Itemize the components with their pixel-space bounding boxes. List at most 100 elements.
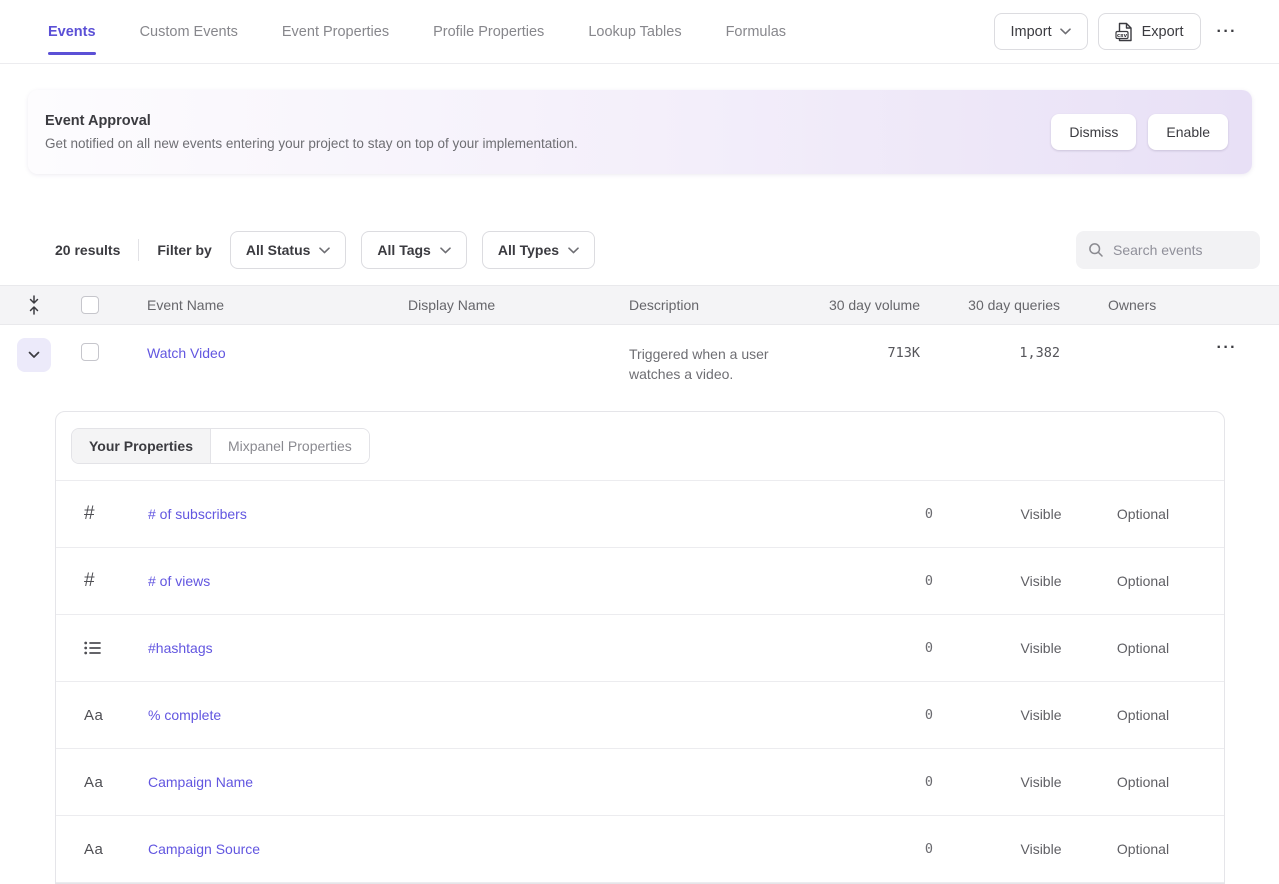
tab-lookup-tables[interactable]: Lookup Tables	[588, 0, 681, 63]
event-table-header: Event Name Display Name Description 30 d…	[0, 285, 1279, 325]
text-type-icon: Aa	[84, 707, 148, 724]
property-row: # # of views 0 Visible Optional	[56, 548, 1224, 615]
csv-file-icon: csv	[1115, 22, 1134, 42]
tab-mixpanel-properties[interactable]: Mixpanel Properties	[211, 429, 369, 463]
search-input[interactable]	[1113, 242, 1248, 258]
types-filter-label: All Types	[498, 242, 559, 258]
tags-filter-label: All Tags	[377, 242, 430, 258]
property-queries-value: 0	[833, 573, 933, 589]
property-visibility: Visible	[1004, 573, 1078, 589]
tags-filter-dropdown[interactable]: All Tags	[361, 231, 466, 269]
number-type-icon: #	[84, 570, 148, 592]
filter-by-label: Filter by	[157, 242, 211, 258]
collapse-all-icon[interactable]	[27, 294, 41, 316]
properties-tabs: Your Properties Mixpanel Properties	[71, 428, 370, 464]
property-requirement: Optional	[1078, 707, 1208, 723]
import-button-label: Import	[1011, 24, 1052, 40]
property-requirement: Optional	[1078, 640, 1208, 656]
property-visibility: Visible	[1004, 640, 1078, 656]
property-name-link[interactable]: Campaign Source	[148, 841, 833, 857]
search-box[interactable]	[1076, 231, 1260, 269]
enable-button[interactable]: Enable	[1148, 114, 1228, 150]
owners-cell: ···	[1060, 326, 1279, 357]
svg-text:csv: csv	[1116, 32, 1127, 38]
column-display-name: Display Name	[408, 297, 629, 313]
event-description: Triggered when a user watches a video.	[629, 326, 820, 384]
banner-text: Event Approval Get notified on all new e…	[45, 113, 578, 151]
property-requirement: Optional	[1078, 774, 1208, 790]
column-event-name: Event Name	[147, 297, 408, 313]
row-more-menu-button[interactable]: ···	[1217, 339, 1237, 357]
types-filter-dropdown[interactable]: All Types	[482, 231, 595, 269]
property-queries-value: 0	[833, 841, 933, 857]
chevron-down-icon	[568, 247, 579, 254]
top-nav: Events Custom Events Event Properties Pr…	[0, 0, 1279, 64]
column-30-day-volume: 30 day volume	[820, 297, 920, 313]
number-type-icon: #	[84, 503, 148, 525]
property-queries-value: 0	[833, 506, 933, 522]
properties-panel: Your Properties Mixpanel Properties # # …	[55, 411, 1225, 884]
event-row-watch-video: Watch Video Triggered when a user watche…	[0, 326, 1279, 398]
banner-description: Get notified on all new events entering …	[45, 136, 578, 151]
status-filter-dropdown[interactable]: All Status	[230, 231, 347, 269]
property-visibility: Visible	[1004, 774, 1078, 790]
column-description: Description	[629, 297, 820, 313]
property-name-link[interactable]: #hashtags	[148, 640, 833, 656]
banner-actions: Dismiss Enable	[1051, 114, 1228, 150]
text-type-icon: Aa	[84, 841, 148, 858]
tab-custom-events[interactable]: Custom Events	[140, 0, 238, 63]
chevron-down-icon	[440, 247, 451, 254]
nav-more-menu-button[interactable]: ···	[1211, 23, 1243, 41]
search-icon	[1088, 242, 1104, 258]
list-type-icon	[84, 641, 148, 655]
property-queries-value: 0	[833, 640, 933, 656]
property-name-link[interactable]: % complete	[148, 707, 833, 723]
property-requirement: Optional	[1078, 506, 1208, 522]
property-queries-value: 0	[833, 707, 933, 723]
export-button-label: Export	[1142, 24, 1184, 40]
dismiss-button[interactable]: Dismiss	[1051, 114, 1136, 150]
property-row: #hashtags 0 Visible Optional	[56, 615, 1224, 682]
banner-title: Event Approval	[45, 113, 578, 129]
event-30-day-queries: 1,382	[920, 326, 1060, 361]
column-owners: Owners	[1060, 297, 1279, 313]
property-requirement: Optional	[1078, 573, 1208, 589]
nav-actions: Import csv Export ···	[994, 13, 1244, 50]
lexicon-events-page: Events Custom Events Event Properties Pr…	[0, 0, 1279, 884]
property-requirement: Optional	[1078, 841, 1208, 857]
status-filter-label: All Status	[246, 242, 311, 258]
filter-bar: 20 results Filter by All Status All Tags…	[55, 231, 1260, 269]
property-visibility: Visible	[1004, 707, 1078, 723]
property-row: # # of subscribers 0 Visible Optional	[56, 481, 1224, 548]
import-button[interactable]: Import	[994, 13, 1088, 50]
text-type-icon: Aa	[84, 774, 148, 791]
chevron-down-icon	[28, 351, 40, 359]
divider	[138, 239, 139, 261]
tab-events[interactable]: Events	[48, 0, 96, 63]
tab-event-properties[interactable]: Event Properties	[282, 0, 389, 63]
tab-your-properties[interactable]: Your Properties	[72, 429, 211, 463]
event-30-day-volume: 713K	[820, 326, 920, 361]
nav-tabs: Events Custom Events Event Properties Pr…	[48, 0, 786, 63]
property-name-link[interactable]: # of views	[148, 573, 833, 589]
event-name-link[interactable]: Watch Video	[147, 326, 408, 361]
property-queries-value: 0	[833, 774, 933, 790]
select-all-checkbox[interactable]	[81, 296, 99, 314]
export-button[interactable]: csv Export	[1098, 13, 1201, 50]
property-name-link[interactable]: Campaign Name	[148, 774, 833, 790]
event-approval-banner: Event Approval Get notified on all new e…	[28, 90, 1252, 174]
property-name-link[interactable]: # of subscribers	[148, 506, 833, 522]
property-row: Aa Campaign Name 0 Visible Optional	[56, 749, 1224, 816]
tab-formulas[interactable]: Formulas	[726, 0, 786, 63]
chevron-down-icon	[1060, 28, 1071, 35]
tab-profile-properties[interactable]: Profile Properties	[433, 0, 544, 63]
results-count: 20 results	[55, 242, 120, 258]
collapse-row-button[interactable]	[17, 338, 51, 372]
properties-panel-header: Your Properties Mixpanel Properties	[56, 412, 1224, 481]
property-row: Aa % complete 0 Visible Optional	[56, 682, 1224, 749]
property-visibility: Visible	[1004, 506, 1078, 522]
property-row: Aa Campaign Source 0 Visible Optional	[56, 816, 1224, 883]
row-checkbox[interactable]	[81, 343, 99, 361]
column-30-day-queries: 30 day queries	[920, 297, 1060, 313]
property-visibility: Visible	[1004, 841, 1078, 857]
